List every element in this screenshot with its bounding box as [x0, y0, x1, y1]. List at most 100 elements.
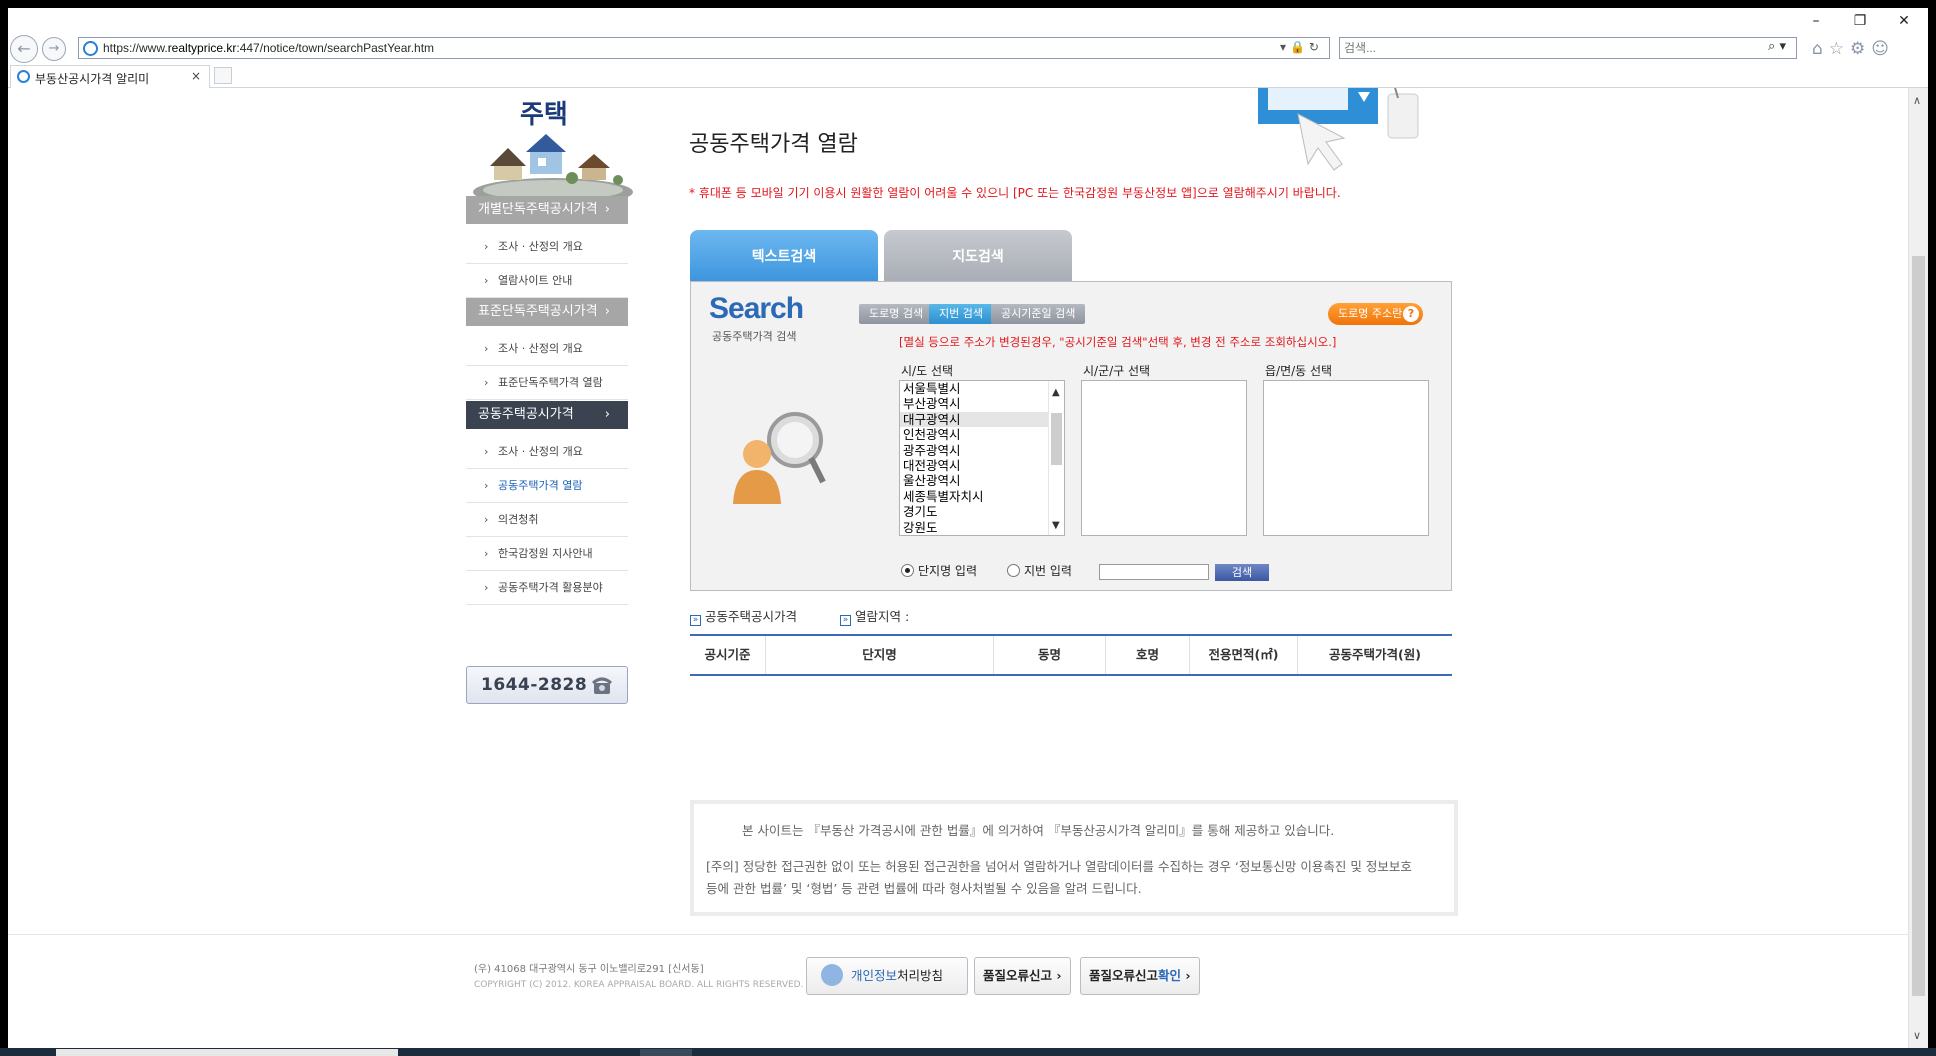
listbox-scrollbar[interactable]: ▲ ▼ [1048, 381, 1064, 535]
taskbar-item[interactable] [640, 1049, 692, 1056]
col-price: 공동주택가격(원) [1329, 647, 1421, 662]
date-search-button[interactable]: 공시기준일 검색 [991, 304, 1086, 324]
radio-on-icon[interactable] [901, 564, 914, 577]
error-check-button[interactable]: 품질오류신고확인 › [1080, 957, 1200, 995]
sidebar-section-standard[interactable]: 표준단독주택공시가격 › [466, 298, 628, 326]
keyword-search-button[interactable]: 검색 [1215, 564, 1269, 581]
sido-option[interactable]: 인천광역시 [900, 427, 1064, 442]
footer-address: (우) 41068 대구광역시 동구 이노밸리로291 [신서동] [474, 964, 704, 975]
address-warning: [멸실 등으로 주소가 변경된경우, "공시기준일 검색"선택 후, 변경 전 … [899, 335, 1337, 349]
sido-option[interactable]: 대전광역시 [900, 458, 1064, 473]
tab-strip: 부동산공시가격 알리미 × [8, 64, 1928, 88]
scroll-up-icon[interactable]: ▲ [1052, 387, 1060, 398]
help-icon: ? [1403, 306, 1419, 322]
tab-title: 부동산공시가격 알리미 [35, 72, 150, 86]
page-title: 공동주택가격 열람 [689, 132, 858, 157]
chevron-right-icon: › [604, 407, 610, 422]
address-bar[interactable]: https://www.realtyprice.kr:447/notice/to… [78, 37, 1330, 59]
sidebar-item-standard-overview[interactable]: 조사 · 산정의 개요 [466, 332, 628, 366]
chevron-right-icon: › [604, 304, 610, 319]
person-icon [821, 964, 843, 986]
sidebar-section-apartment[interactable]: 공동주택공시가격 › [466, 401, 628, 429]
browser-tab[interactable]: 부동산공시가격 알리미 × [10, 65, 210, 88]
radio-off-icon[interactable] [1007, 564, 1020, 577]
tab-map-search[interactable]: 지도검색 [884, 230, 1072, 282]
col-building: 동명 [994, 636, 1106, 674]
browser-search-input[interactable] [1344, 40, 1744, 56]
sidebar-item-standard-view[interactable]: 표준단독주택가격 열람 [466, 366, 628, 400]
sido-option[interactable]: 서울특별시 [900, 381, 1064, 396]
error-report-button[interactable]: 품질오류신고 › [974, 957, 1071, 995]
keyword-input[interactable] [1099, 564, 1209, 580]
disclaimer-legal-basis: 본 사이트는 『부동산 가격공시에 관한 법률』에 의거하여 『부동산공시가격 … [742, 823, 1335, 838]
sidebar-item-individual-sites[interactable]: 열람사이트 안내 [466, 264, 628, 298]
scroll-down-icon[interactable]: ▼ [1052, 520, 1060, 531]
radio-lot-number[interactable]: 지번 입력 [1007, 562, 1072, 579]
sidebar-item-branches[interactable]: 한국감정원 지사안내 [466, 537, 628, 571]
sido-label: 시/도 선택 [901, 364, 954, 378]
result-table-header: 공시기준 단지명 동명 호명 전용면적(㎡) 공동주택가격(원) [690, 634, 1452, 676]
eupmyeondong-label: 읍/면/동 선택 [1265, 364, 1333, 378]
page-scroll-thumb[interactable] [1912, 256, 1925, 996]
sido-option[interactable]: 세종특별자치시 [900, 489, 1064, 504]
forward-button[interactable]: → [42, 37, 66, 61]
disclaimer-warning: [주의] 정당한 접근권한 없이 또는 허용된 접근권한을 넘어서 열람하거나 … [706, 859, 1412, 896]
mobile-notice: * 휴대폰 등 모바일 기기 이용시 원활한 열람이 어려울 수 있으니 [PC… [689, 186, 1341, 200]
arrow-box-icon: » [840, 615, 851, 626]
phone-banner: 1644-2828 [466, 666, 628, 704]
sigungu-listbox[interactable] [1081, 380, 1247, 536]
back-button[interactable]: ← [10, 35, 38, 63]
telephone-icon [592, 677, 612, 694]
col-unit: 호명 [1106, 636, 1190, 674]
sidebar-item-individual-overview[interactable]: 조사 · 산정의 개요 [466, 230, 628, 264]
sido-option[interactable]: 경기도 [900, 504, 1064, 519]
ie-icon [83, 41, 98, 56]
sidebar-item-opinion[interactable]: 의견청취 [466, 503, 628, 537]
search-panel: Search 공동주택가격 검색 도로명 검색 지번 검색 공시기준일 검색 도… [690, 281, 1452, 591]
scroll-down-icon[interactable]: ∨ [1913, 1029, 1921, 1042]
road-address-button[interactable]: 도로명 주소란? [1328, 303, 1423, 325]
close-tab-icon[interactable]: × [191, 69, 201, 83]
search-icon[interactable]: ⌕ ▾ [1768, 39, 1786, 54]
radio-complex-name[interactable]: 단지명 입력 [901, 562, 977, 579]
taskbar-item[interactable] [56, 1049, 398, 1056]
scroll-thumb[interactable] [1051, 413, 1062, 465]
info-region: » 열람지역 : [840, 606, 909, 626]
close-window-button[interactable]: ✕ [1882, 10, 1926, 32]
sidebar-section-individual[interactable]: 개별단독주택공시가격 › [466, 196, 628, 224]
chevron-right-icon: › [604, 202, 610, 217]
sido-option[interactable]: 강원도 [900, 520, 1064, 535]
sido-option[interactable]: 광주광역시 [900, 443, 1064, 458]
scroll-up-icon[interactable]: ∧ [1913, 94, 1921, 107]
eupmyeondong-listbox[interactable] [1263, 380, 1429, 536]
minimize-button[interactable]: – [1794, 10, 1838, 32]
col-complex: 단지명 [766, 636, 994, 674]
search-subtitle: 공동주택가격 검색 [712, 330, 797, 343]
new-tab-button[interactable] [214, 67, 232, 84]
disclaimer-box: 본 사이트는 『부동산 가격공시에 관한 법률』에 의거하여 『부동산공시가격 … [690, 800, 1458, 916]
sidebar-item-apartment-view[interactable]: 공동주택가격 열람 [466, 469, 628, 503]
page-scrollbar[interactable]: ∧ ∨ [1908, 88, 1928, 1048]
refresh-icon[interactable]: ▾🔒↻ [1280, 40, 1323, 54]
sidebar-item-usage[interactable]: 공동주택가격 활용분야 [466, 571, 628, 605]
col-basis: 공시기준 [690, 636, 766, 674]
houses-illustration-icon [473, 134, 633, 200]
browser-search-box[interactable]: ⌕ ▾ [1339, 37, 1797, 59]
lot-number-search-button[interactable]: 지번 검색 [929, 304, 993, 324]
person-magnifier-icon [733, 412, 826, 504]
sido-option[interactable]: 울산광역시 [900, 473, 1064, 488]
privacy-policy-button[interactable]: 개인정보처리방침 [806, 957, 968, 995]
road-name-search-button[interactable]: 도로명 검색 [859, 304, 934, 324]
browser-window: – ❐ ✕ ← → https://www.realtyprice.kr:447… [8, 8, 1928, 1048]
page-content: 주택 개별단독주택공시가격› 조사 · 산정의 개요 열람사이트 안내 표준단독… [8, 88, 1908, 1048]
sidebar-item-apartment-overview[interactable]: 조사 · 산정의 개요 [466, 435, 628, 469]
sido-option[interactable]: 부산광역시 [900, 396, 1064, 411]
search-banner-illustration-icon [1258, 88, 1419, 171]
sido-option[interactable]: 대구광역시 [900, 411, 1064, 428]
toolbar-icons[interactable]: ⌂☆⚙☺ [1812, 39, 1895, 59]
tab-text-search[interactable]: 텍스트검색 [690, 230, 878, 282]
sido-listbox[interactable]: 서울특별시 부산광역시 대구광역시 인천광역시 광주광역시 대전광역시 울산광역시 세종특별자… [899, 380, 1065, 536]
footer-copyright: COPYRIGHT (C) 2012. KOREA APPRAISAL BOAR… [474, 980, 804, 990]
restore-button[interactable]: ❐ [1838, 10, 1882, 32]
arrow-box-icon: » [690, 615, 701, 626]
